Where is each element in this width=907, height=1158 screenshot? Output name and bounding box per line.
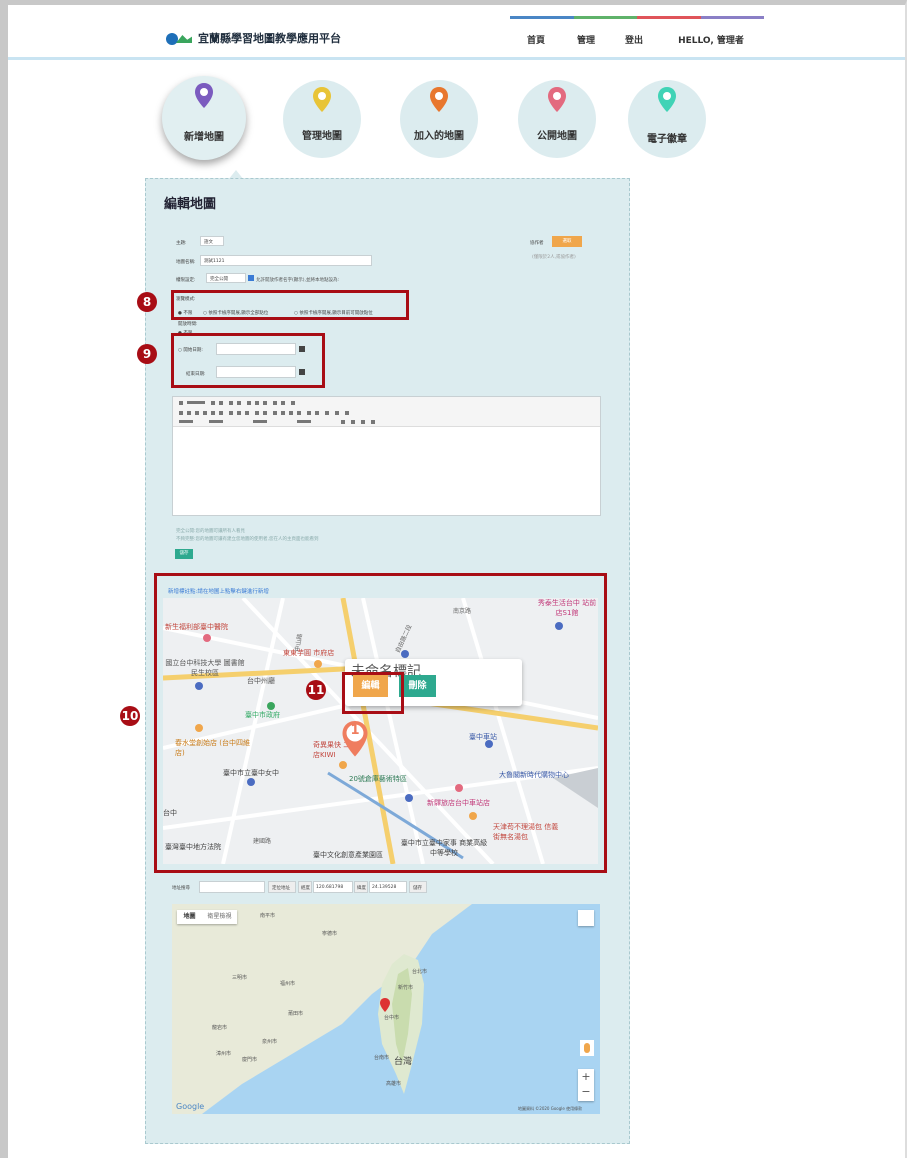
address-label: 地址搜尋 <box>172 886 190 891</box>
zoom-out-button[interactable]: − <box>578 1084 594 1099</box>
place-label: 三明市 <box>232 975 248 981</box>
zoom-in-button[interactable]: + <box>578 1069 594 1084</box>
place-label: 台南市 <box>374 1055 390 1061</box>
map-pin-icon <box>195 83 213 108</box>
map-pin-icon <box>548 87 566 112</box>
tab-public-map[interactable]: 公開地圖 <box>518 80 596 158</box>
permission-checkbox[interactable] <box>248 275 254 281</box>
map-pin-icon <box>658 87 676 112</box>
save-button[interactable]: 儲存 <box>175 549 193 559</box>
nav-home[interactable]: 首頁 <box>510 33 562 46</box>
editor-toolbar <box>173 397 600 427</box>
nav-bar-user <box>700 16 764 19</box>
nav-bar-manage <box>573 16 637 19</box>
nav-user[interactable]: HELLO, 管理者 <box>658 33 764 46</box>
subject-select[interactable]: 語文 <box>200 236 224 246</box>
note-public: 完全公開:您的地圖可讓所有人看見 <box>176 529 246 534</box>
author-label: 協作者 <box>530 241 544 246</box>
tab-satellite[interactable]: 衛星檢視 <box>202 910 237 924</box>
place-label: 福州市 <box>280 981 296 987</box>
note-incomplete: 不夠完整:您的地圖可讓有建立您地圖的使用者,您在人的主頁面也能看到 <box>176 537 319 542</box>
place-label: 漳州市 <box>216 1051 232 1057</box>
page-title: 編輯地圖 <box>164 197 217 212</box>
place-label: 台中市 <box>384 1015 400 1021</box>
logo-icon <box>166 31 192 45</box>
permission-note: 允許開放作者名字(顯示),並將本地點設為: <box>256 278 339 283</box>
nav-logout[interactable]: 登出 <box>610 33 658 46</box>
place-label: 龍岩市 <box>212 1025 228 1031</box>
annotation-badge-8: 8 <box>137 292 157 312</box>
google-logo: Google <box>176 1102 205 1111</box>
tab-manage-map-label: 管理地圖 <box>302 131 342 142</box>
overview-map[interactable]: 地圖 衛星檢視 + − 台灣 台中市 新竹市 台北市 高雄市 台南市 福州市 廈… <box>172 904 600 1114</box>
confirm-coords-button[interactable]: 儲存 <box>409 881 427 893</box>
tab-manage-map[interactable]: 管理地圖 <box>283 80 361 158</box>
fullscreen-icon[interactable] <box>578 910 594 926</box>
place-label: 廈門市 <box>242 1057 258 1063</box>
annotation-box-11 <box>342 672 404 714</box>
place-label: 莆田市 <box>288 1011 304 1017</box>
header-divider <box>8 57 905 60</box>
map-type-control: 地圖 衛星檢視 <box>177 910 237 924</box>
map-name-label: 地圖名稱: <box>176 260 196 265</box>
tab-add-map-label: 新增地圖 <box>184 132 224 143</box>
place-label: 新竹市 <box>398 985 414 991</box>
annotation-box-10 <box>154 573 607 873</box>
tab-map[interactable]: 地圖 <box>177 910 202 924</box>
annotation-box-9 <box>171 333 325 388</box>
header <box>8 5 905 57</box>
zoom-control: + − <box>578 1069 594 1101</box>
time-label: 開放時間: <box>178 322 198 327</box>
annotation-box-8 <box>171 290 409 320</box>
tab-circles: 新增地圖 管理地圖 加入的地圖 公開地圖 電子徽章 <box>0 72 907 182</box>
place-label: 台北市 <box>412 969 428 975</box>
annotation-badge-11: 11 <box>306 680 326 700</box>
nav-color-bar <box>510 16 764 19</box>
place-label: 台灣 <box>394 1057 413 1067</box>
tab-badge-label: 電子徽章 <box>647 134 687 145</box>
subject-label: 主題: <box>176 241 187 246</box>
editor-toolbar-icons[interactable] <box>173 397 600 427</box>
place-label: 南平市 <box>260 913 276 919</box>
map-name-input[interactable]: 測試1121 <box>200 255 372 266</box>
nav-manage[interactable]: 管理 <box>562 33 610 46</box>
lng-input[interactable]: 120.681798 <box>313 881 353 893</box>
tab-add-map[interactable]: 新增地圖 <box>162 76 246 160</box>
tab-public-map-label: 公開地圖 <box>537 131 577 142</box>
main-nav: 首頁 管理 登出 HELLO, 管理者 <box>510 33 764 46</box>
place-label: 寧德市 <box>322 931 338 937</box>
permission-label: 權限設定: <box>176 278 196 283</box>
permission-select[interactable]: 完全公開 <box>206 273 246 283</box>
tab-joined-map[interactable]: 加入的地圖 <box>400 80 478 158</box>
street-view-icon[interactable] <box>580 1040 594 1056</box>
map-pin-icon <box>430 87 448 112</box>
lat-label: 緯度 <box>354 881 368 893</box>
rich-text-editor[interactable] <box>172 396 601 516</box>
nav-bar-logout <box>637 16 701 19</box>
lat-input[interactable]: 24.139528 <box>369 881 407 893</box>
locate-address-button[interactable]: 定位地址 <box>268 881 296 893</box>
select-author-button[interactable]: 選取 <box>552 236 582 247</box>
lng-label: 經度 <box>298 881 312 893</box>
place-label: 高雄市 <box>386 1081 402 1087</box>
tab-joined-map-label: 加入的地圖 <box>414 131 464 142</box>
site-logo[interactable]: 宜蘭縣學習地圖教學應用平台 <box>166 30 341 46</box>
annotation-badge-10: 10 <box>120 706 140 726</box>
map-copyright[interactable]: 地圖資料 ©2020 Google 使用條款 <box>518 1106 582 1112</box>
place-label: 泉州市 <box>262 1039 278 1045</box>
nav-bar-home <box>510 16 574 19</box>
author-note: (僅限於2人,或協作者) <box>532 255 576 260</box>
logo-text: 宜蘭縣學習地圖教學應用平台 <box>198 32 341 45</box>
address-input[interactable] <box>199 881 265 893</box>
location-pin-icon <box>380 998 390 1012</box>
tab-badge[interactable]: 電子徽章 <box>628 80 706 158</box>
annotation-badge-9: 9 <box>137 344 157 364</box>
map-pin-icon <box>313 87 331 112</box>
